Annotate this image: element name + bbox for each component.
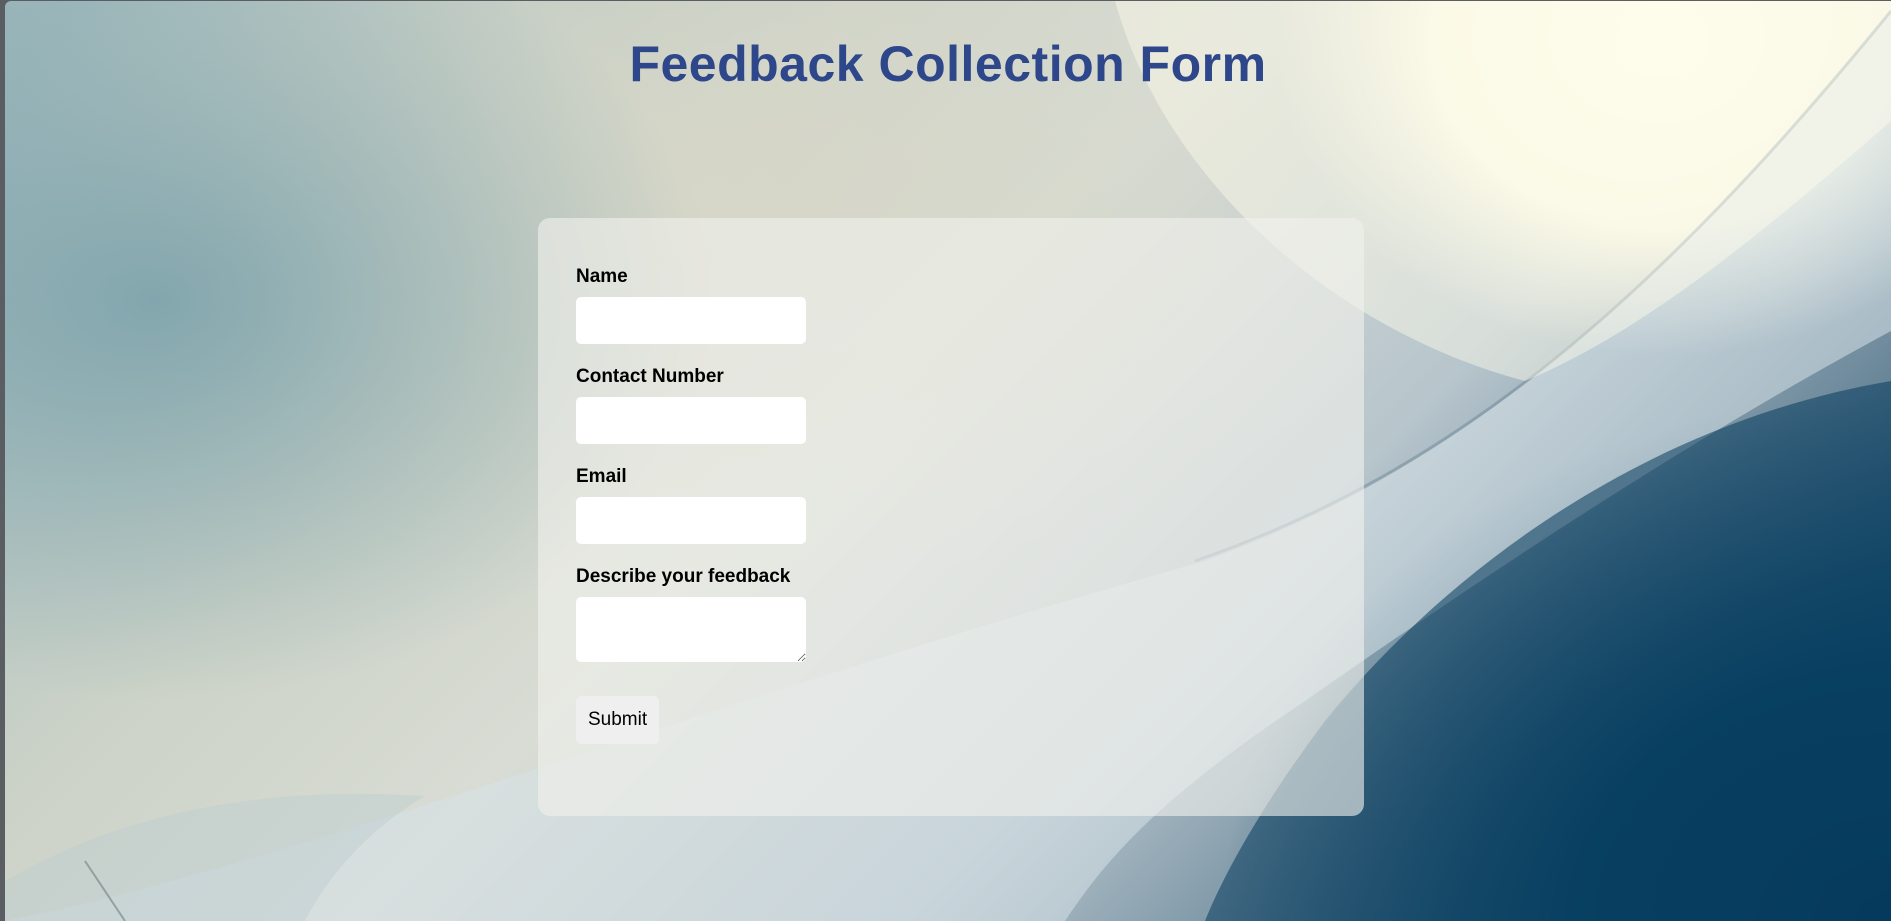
page-background: Feedback Collection Form Name Contact Nu… [5,1,1891,921]
contact-number-field-group: Contact Number [576,366,1364,444]
name-input[interactable] [576,297,806,344]
contact-number-label: Contact Number [576,366,724,387]
email-field-group: Email [576,466,1364,544]
feedback-label: Describe your feedback [576,566,791,587]
page-title: Feedback Collection Form [629,36,1267,92]
contact-number-input[interactable] [576,397,806,444]
name-field-group: Name [576,266,1364,344]
submit-button[interactable]: Submit [576,696,660,744]
feedback-field-group: Describe your feedback [576,566,1364,662]
feedback-textarea[interactable] [576,597,806,662]
email-input[interactable] [576,497,806,544]
email-label: Email [576,466,627,487]
feedback-form: Name Contact Number Email Describe your … [538,218,1364,816]
name-label: Name [576,266,628,287]
